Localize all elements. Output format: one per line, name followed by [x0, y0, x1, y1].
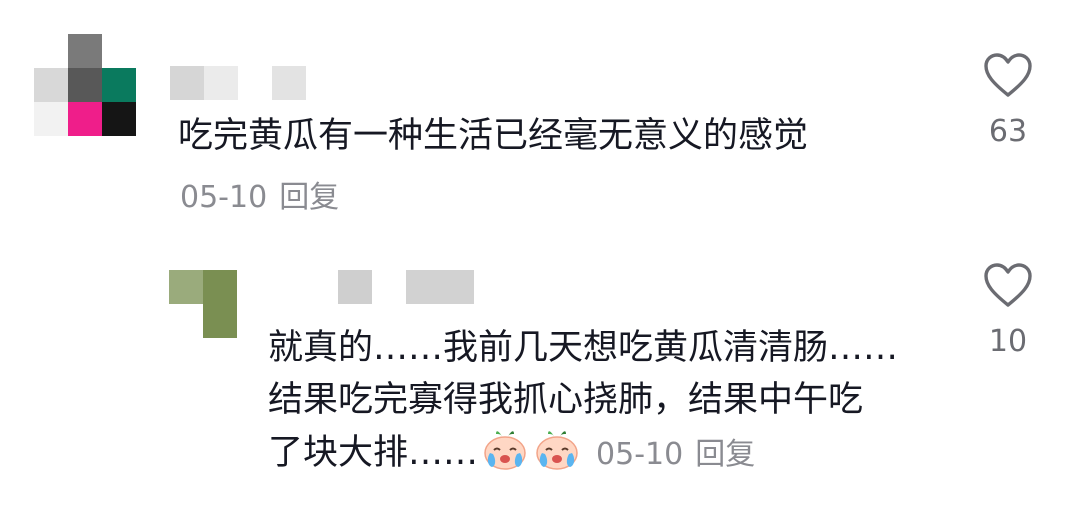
reply-like-control: 10: [968, 262, 1048, 362]
like-count: 10: [988, 324, 1028, 359]
avatar-pixel: [203, 304, 237, 338]
reply-button[interactable]: 回复: [695, 437, 755, 472]
crying-face-emoji-icon: [484, 431, 526, 470]
redaction-block: [338, 270, 372, 304]
reply-text-line: 结果吃完寡得我抓心挠肺，结果中午吃: [268, 380, 864, 420]
reply-username-redacted[interactable]: [338, 270, 478, 304]
avatar-pixel: [68, 34, 102, 68]
reply-button[interactable]: 回复: [279, 180, 339, 215]
heart-outline-icon[interactable]: [983, 52, 1033, 98]
comment-date: 05-10: [180, 180, 268, 215]
like-control: 63: [968, 52, 1048, 152]
avatar-pixel: [203, 270, 237, 304]
avatar-pixel: [34, 102, 68, 136]
reply-date: 05-10: [596, 437, 684, 472]
redaction-block: [406, 270, 474, 304]
reply-text: 就真的……我前几天想吃黄瓜清清肠…… 结果吃完寡得我抓心挠肺，结果中午吃 了块大…: [268, 322, 948, 481]
avatar-pixel: [68, 68, 102, 102]
comment-text: 吃完黄瓜有一种生活已经毫无意义的感觉: [178, 116, 809, 156]
reply-meta: 05-10 回复: [596, 437, 755, 472]
heart-outline-icon[interactable]: [983, 262, 1033, 308]
redaction-block: [170, 66, 204, 100]
avatar-pixel: [68, 102, 102, 136]
reply-text-line: 就真的……我前几天想吃黄瓜清清肠……: [268, 328, 899, 368]
username-redacted[interactable]: [170, 66, 310, 100]
avatar[interactable]: [34, 34, 136, 136]
crying-face-emoji-icon: [536, 431, 578, 470]
avatar-pixel: [102, 102, 136, 136]
redaction-block: [272, 66, 306, 100]
like-count: 63: [988, 114, 1028, 149]
redaction-block: [204, 66, 238, 100]
reply-text-line-last: 了块大排…… 05-10 回复: [268, 426, 948, 481]
avatar-pixel: [102, 68, 136, 102]
reply-avatar[interactable]: [169, 270, 237, 338]
comment-meta: 05-10 回复: [180, 178, 339, 218]
reply-text-line: 了块大排……: [268, 433, 479, 473]
avatar-pixel: [169, 270, 203, 304]
avatar-pixel: [34, 68, 68, 102]
